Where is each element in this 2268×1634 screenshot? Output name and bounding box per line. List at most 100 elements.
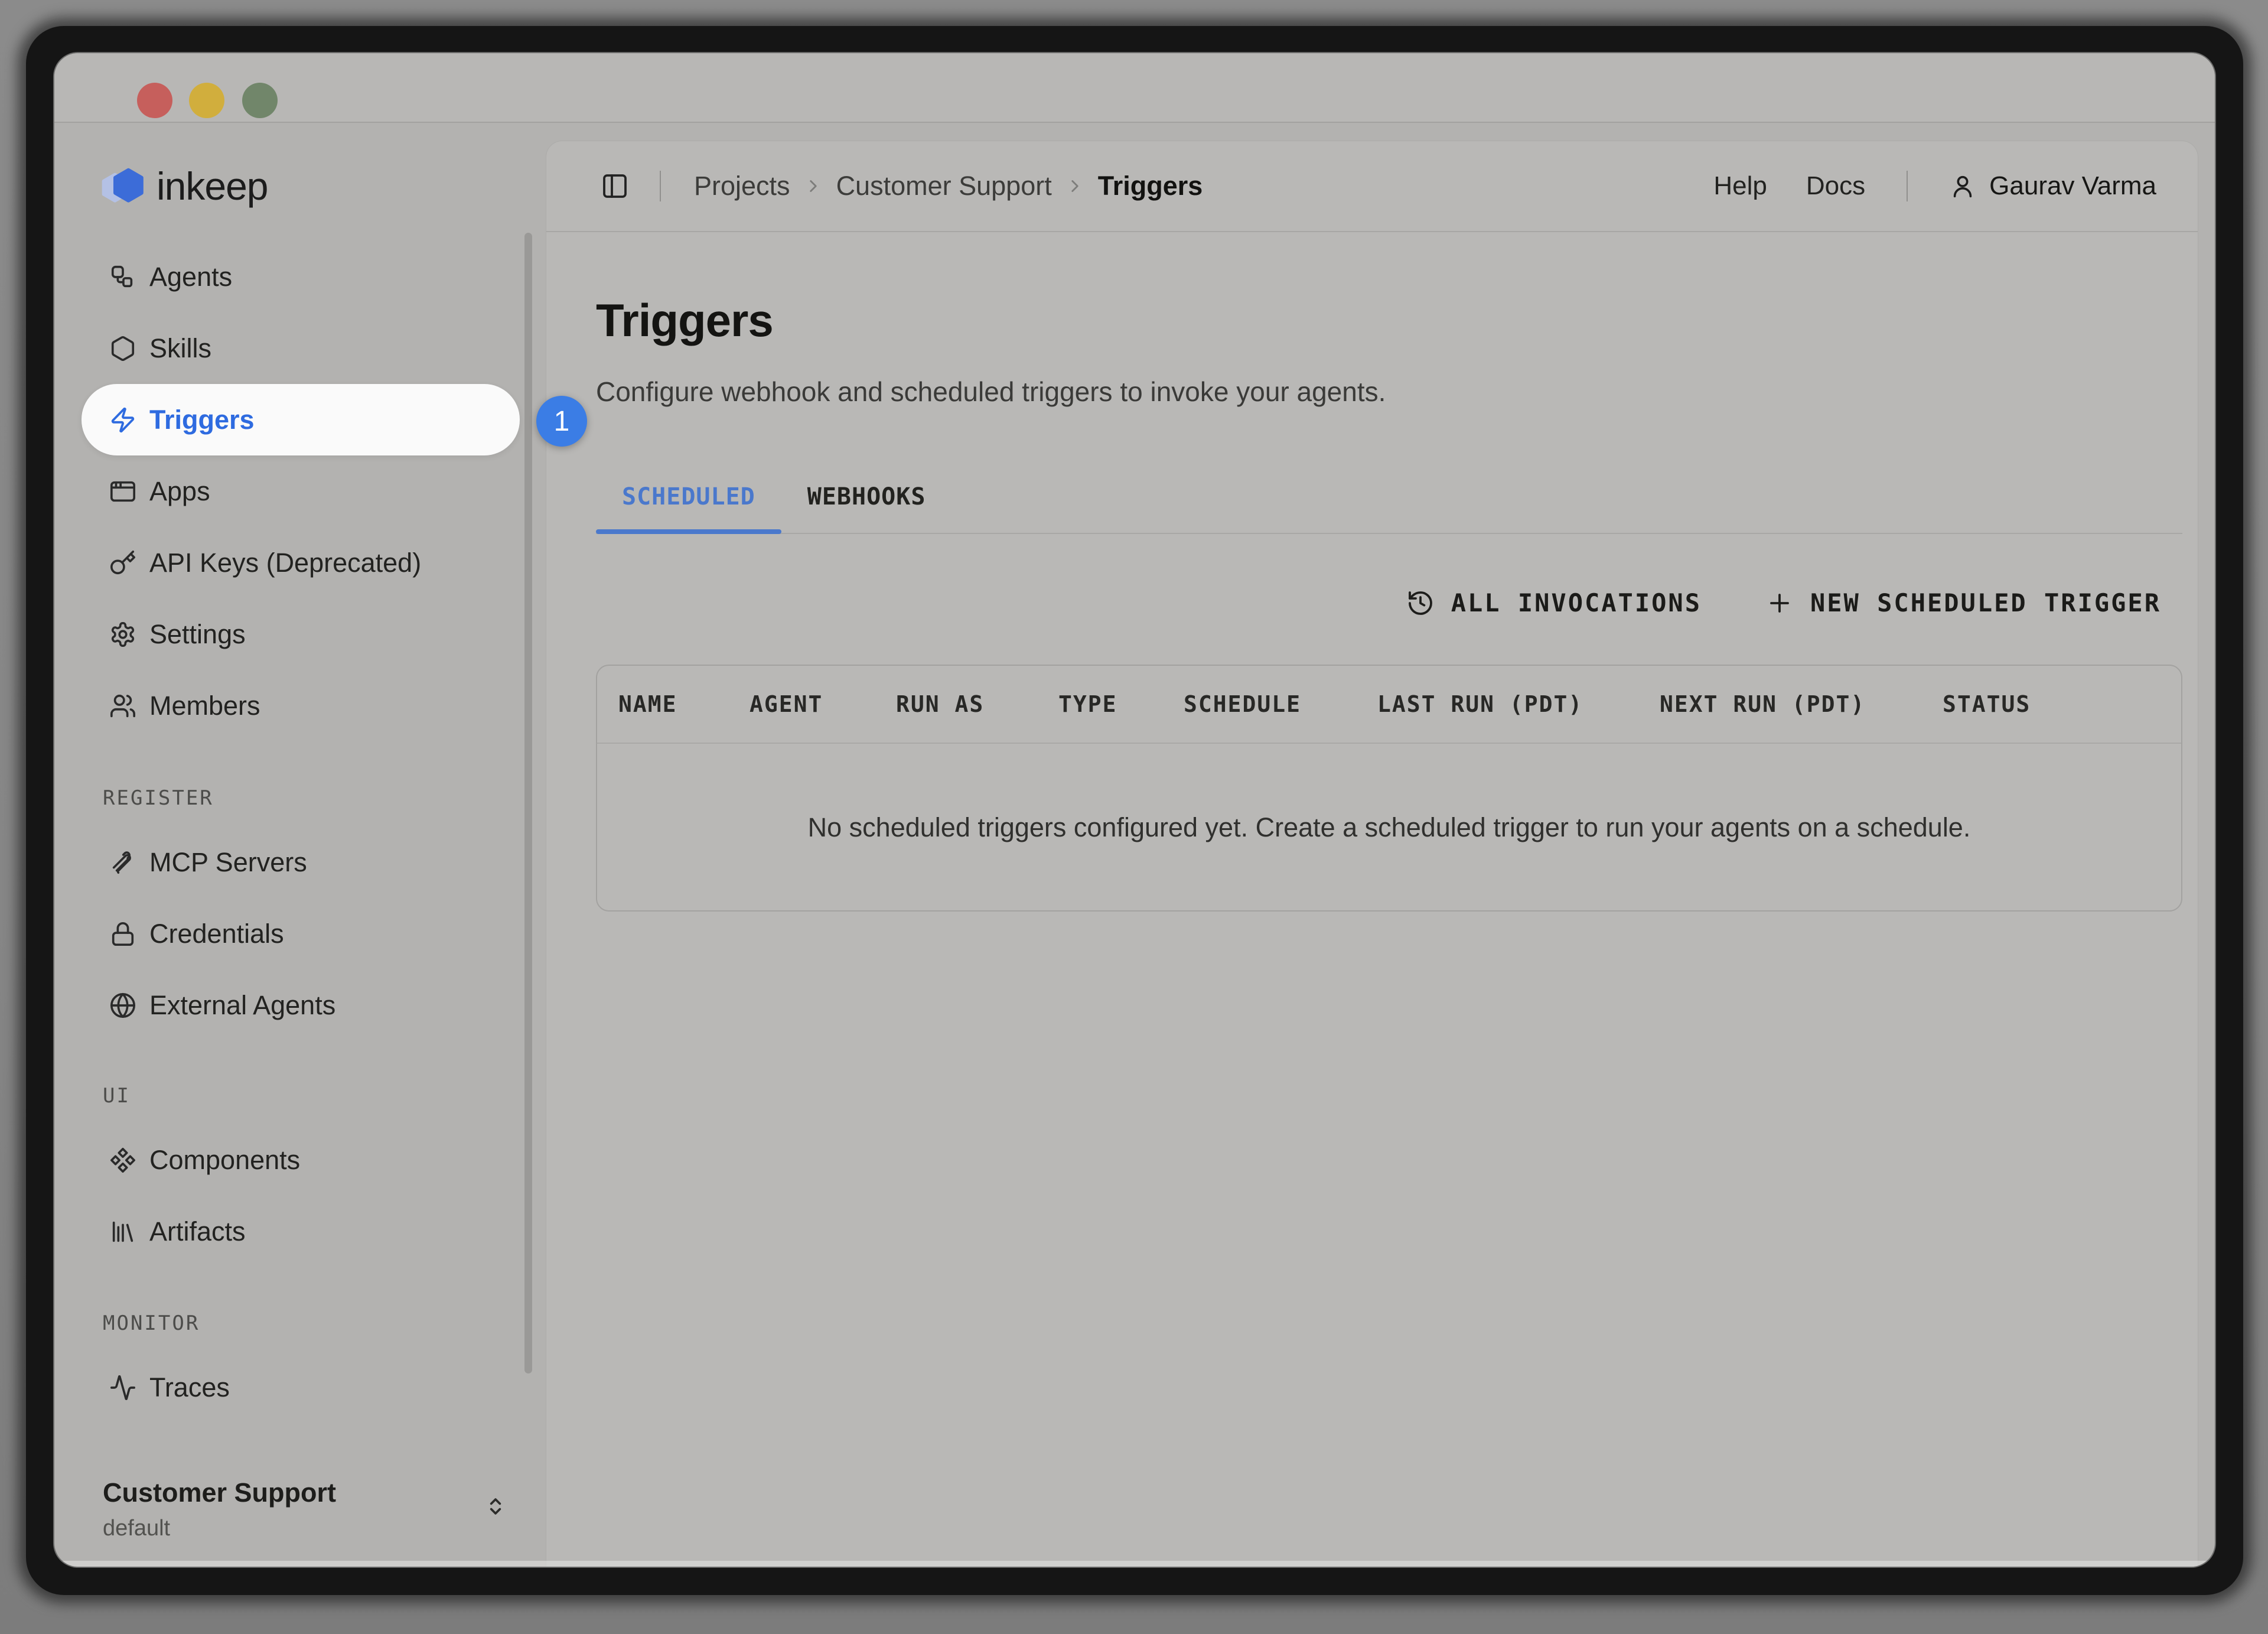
key-icon — [109, 549, 136, 577]
sidebar-item-label: Settings — [149, 619, 246, 650]
header-divider — [1907, 171, 1908, 201]
tab-webhooks[interactable]: WEBHOOKS — [781, 483, 952, 533]
sidebar-item-components[interactable]: Components — [82, 1124, 520, 1196]
app-window-icon — [109, 478, 136, 505]
column-header-last-run: LAST RUN (PDT) — [1377, 691, 1660, 717]
new-scheduled-trigger-label: NEW SCHEDULED TRIGGER — [1810, 588, 2161, 617]
column-header-agent: AGENT — [750, 691, 896, 717]
sidebar-nav: Agents Skills Triggers — [82, 241, 520, 741]
project-switcher-name: Customer Support — [103, 1477, 516, 1509]
sidebar-item-label: Agents — [149, 262, 232, 292]
page-title: Triggers — [596, 294, 2181, 347]
library-icon — [109, 1218, 136, 1245]
sidebar-item-credentials[interactable]: Credentials — [82, 898, 520, 969]
sidebar-item-traces[interactable]: Traces — [82, 1352, 520, 1423]
section-label: UI — [103, 1084, 546, 1108]
chevron-right-icon — [803, 176, 823, 196]
gear-icon — [109, 621, 136, 648]
sidebar-item-settings[interactable]: Settings — [82, 598, 520, 670]
main-panel: Projects Customer Support Triggers Help … — [546, 141, 2198, 1567]
history-icon — [1406, 589, 1435, 617]
sidebar-item-members[interactable]: Members — [82, 670, 520, 741]
breadcrumb-triggers[interactable]: Triggers — [1098, 171, 1203, 201]
breadcrumb-customer-support[interactable]: Customer Support — [836, 171, 1052, 201]
section-label: MONITOR — [103, 1311, 546, 1335]
sidebar-toggle-button[interactable] — [601, 172, 629, 200]
project-switcher-graph: default — [103, 1513, 516, 1543]
sidebar-item-label: Skills — [149, 333, 211, 364]
sidebar-item-external-agents[interactable]: External Agents — [82, 969, 520, 1041]
close-window-button[interactable] — [137, 83, 172, 118]
column-header-status: STATUS — [1943, 691, 2181, 717]
column-header-run-as: RUN AS — [896, 691, 1058, 717]
sidebar-item-label: Triggers — [149, 405, 255, 435]
tab-bar: SCHEDULED WEBHOOKS — [596, 483, 2182, 534]
actions-row: ALL INVOCATIONS NEW SCHEDULED TRIGGER — [596, 588, 2182, 617]
sidebar-item-skills[interactable]: Skills — [82, 313, 520, 384]
sidebar-item-label: Credentials — [149, 919, 284, 949]
sidebar-item-mcp-servers[interactable]: MCP Servers — [82, 826, 520, 898]
docs-link[interactable]: Docs — [1806, 171, 1865, 201]
column-header-type: TYPE — [1058, 691, 1184, 717]
sidebar-section-ui: UI Components Artifacts — [54, 1084, 546, 1267]
inkeep-logo-wordmark: inkeep — [157, 164, 268, 209]
sidebar-item-artifacts[interactable]: Artifacts — [82, 1196, 520, 1267]
panel-left-icon — [601, 172, 629, 200]
all-invocations-button[interactable]: ALL INVOCATIONS — [1406, 588, 1702, 617]
user-name: Gaurav Varma — [1989, 171, 2156, 201]
table-header-row: NAME AGENT RUN AS TYPE SCHEDULE LAST RUN… — [597, 666, 2181, 744]
minimize-window-button[interactable] — [189, 83, 224, 118]
zap-icon — [109, 406, 136, 434]
hexagon-icon — [109, 335, 136, 362]
sidebar-scrollbar[interactable] — [524, 233, 532, 1373]
section-label: REGISTER — [103, 786, 546, 810]
page-description: Configure webhook and scheduled triggers… — [596, 376, 2181, 408]
breadcrumb-projects[interactable]: Projects — [694, 171, 790, 201]
column-header-next-run: NEXT RUN (PDT) — [1660, 691, 1943, 717]
sidebar-item-label: Apps — [149, 476, 210, 507]
app-body: inkeep Agents Skills — [54, 124, 2215, 1567]
user-icon — [1949, 172, 1976, 200]
sidebar-item-label: Traces — [149, 1372, 230, 1403]
inkeep-logo[interactable]: inkeep — [97, 161, 268, 211]
scheduled-triggers-table: NAME AGENT RUN AS TYPE SCHEDULE LAST RUN… — [596, 665, 2182, 912]
user-menu[interactable]: Gaurav Varma — [1949, 171, 2156, 201]
sidebar-section-monitor: MONITOR Traces — [54, 1311, 546, 1423]
help-link[interactable]: Help — [1713, 171, 1767, 201]
tab-scheduled[interactable]: SCHEDULED — [596, 483, 781, 533]
sidebar-item-label: External Agents — [149, 990, 335, 1021]
sidebar-item-agents[interactable]: Agents — [82, 241, 520, 313]
header-divider — [660, 171, 661, 201]
sidebar-item-label: Components — [149, 1145, 300, 1176]
app-window: inkeep Agents Skills — [54, 53, 2215, 1567]
sidebar-section-register: REGISTER MCP Servers Credentials — [54, 786, 546, 1041]
lock-icon — [109, 920, 136, 948]
sidebar: inkeep Agents Skills — [54, 124, 546, 1567]
workflow-icon — [109, 263, 136, 291]
breadcrumb: Projects Customer Support Triggers — [694, 171, 1713, 201]
mcp-icon — [109, 849, 136, 876]
column-header-name: NAME — [618, 691, 750, 717]
annotation-badge-1: 1 — [536, 396, 587, 447]
sidebar-item-label: Members — [149, 691, 260, 721]
sidebar-item-label: MCP Servers — [149, 847, 307, 878]
sidebar-item-api-keys[interactable]: API Keys (Deprecated) — [82, 527, 520, 598]
users-icon — [109, 692, 136, 720]
component-icon — [109, 1147, 136, 1174]
globe-icon — [109, 992, 136, 1019]
window-titlebar — [54, 53, 2215, 123]
chevron-right-icon — [1065, 176, 1085, 196]
chevrons-up-down-icon — [483, 1493, 509, 1519]
sidebar-item-apps[interactable]: Apps — [82, 455, 520, 527]
sidebar-item-label: API Keys (Deprecated) — [149, 548, 421, 578]
sidebar-item-triggers[interactable]: Triggers — [82, 384, 520, 455]
activity-icon — [109, 1374, 136, 1401]
zoom-window-button[interactable] — [242, 83, 278, 118]
header-actions: Help Docs Gaurav Varma — [1713, 171, 2156, 201]
project-switcher[interactable]: Customer Support default — [103, 1477, 516, 1543]
main-header: Projects Customer Support Triggers Help … — [546, 141, 2198, 232]
inkeep-logo-icon — [97, 161, 148, 211]
page-content: Triggers Configure webhook and scheduled… — [546, 232, 2198, 912]
new-scheduled-trigger-button[interactable]: NEW SCHEDULED TRIGGER — [1765, 588, 2161, 617]
column-header-schedule: SCHEDULE — [1184, 691, 1377, 717]
